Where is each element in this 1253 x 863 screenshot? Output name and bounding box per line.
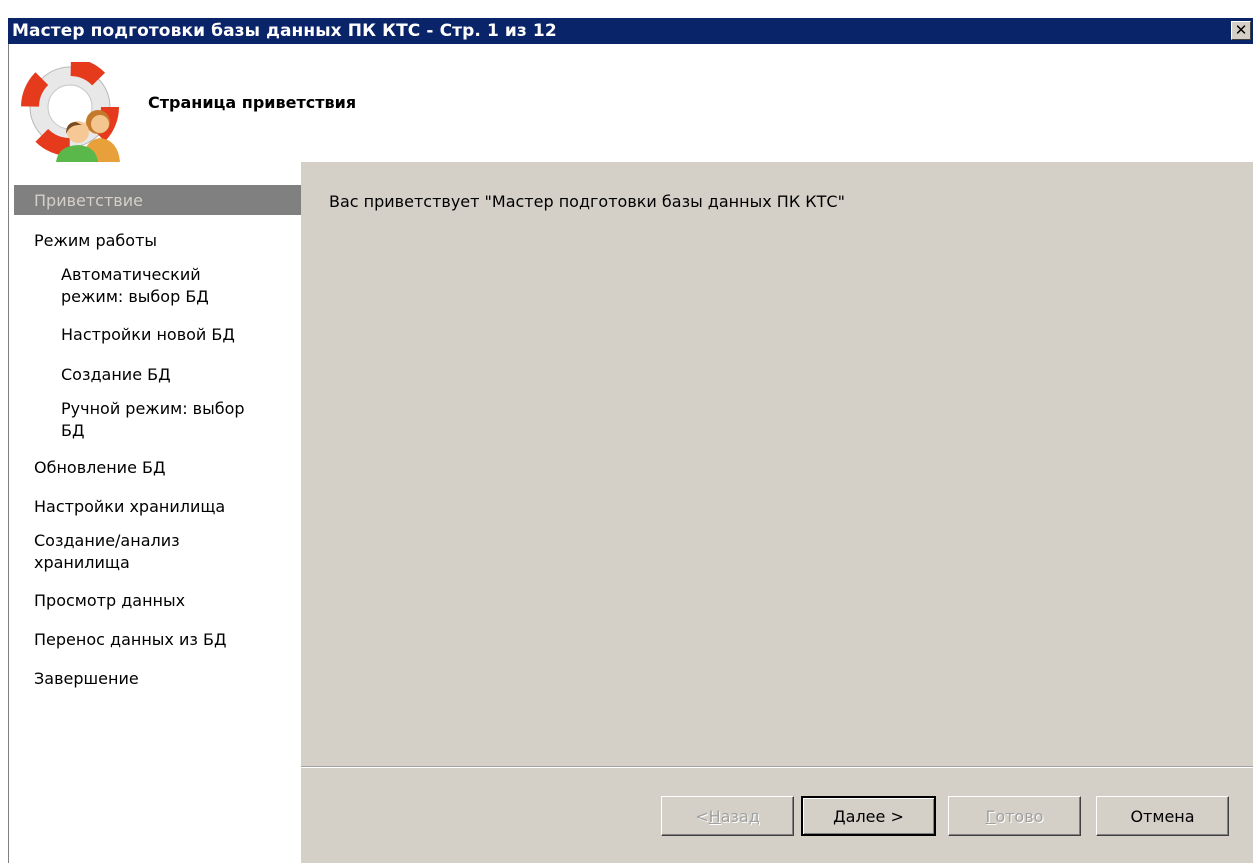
title-bar-fill[interactable]: Мастер подготовки базы данных ПК КТС - С… xyxy=(8,18,1253,44)
cancel-button-label: Отмена xyxy=(1130,806,1195,826)
title-bar: Мастер подготовки базы данных ПК КТС - С… xyxy=(0,0,1253,44)
sidebar-item-label: Режим работы xyxy=(34,231,158,250)
sidebar-item-new-db-settings[interactable]: Настройки новой БД xyxy=(61,324,235,346)
next-button-mnemonic: Д xyxy=(833,806,846,826)
finish-button[interactable]: Готово xyxy=(948,796,1081,836)
next-button-post: алее > xyxy=(845,806,904,826)
sidebar-item-mode[interactable]: Режим работы xyxy=(34,230,157,252)
lifebuoy-users-icon xyxy=(21,62,120,162)
close-icon: ✕ xyxy=(1234,21,1248,39)
back-button[interactable]: < Назад xyxy=(661,796,794,836)
sidebar-item-storage-create-analyze[interactable]: Создание/анализ хранилища xyxy=(34,530,214,574)
content-panel xyxy=(301,162,1253,863)
sidebar-item-auto-select-db[interactable]: Автоматический режим: выбор БД xyxy=(61,264,261,308)
sidebar-item-manual-select-db[interactable]: Ручной режим: выбор БД xyxy=(61,398,271,442)
sidebar-item-label: Создание БД xyxy=(61,365,171,384)
close-button[interactable]: ✕ xyxy=(1231,21,1251,40)
sidebar-item-label: Создание/анализ хранилища xyxy=(34,531,180,572)
sidebar-item-label: Обновление БД xyxy=(34,458,166,477)
sidebar-item-label: Завершение xyxy=(34,669,139,688)
sidebar-item-label: Перенос данных из БД xyxy=(34,630,227,649)
sidebar-item-label: Просмотр данных xyxy=(34,591,186,610)
sidebar-item-label: Приветствие xyxy=(34,191,143,210)
back-button-mnemonic: Н xyxy=(708,806,721,826)
next-button[interactable]: Далее > xyxy=(801,796,936,836)
back-button-post: азад xyxy=(720,806,760,826)
cancel-button[interactable]: Отмена xyxy=(1096,796,1229,836)
sidebar-item-label: Настройки хранилища xyxy=(34,497,226,516)
sidebar-item-view-data[interactable]: Просмотр данных xyxy=(34,590,185,612)
sidebar-item-update-db[interactable]: Обновление БД xyxy=(34,457,165,479)
sidebar-item-label: Настройки новой БД xyxy=(61,325,235,344)
finish-button-post: отово xyxy=(995,806,1044,826)
sidebar-item-welcome[interactable]: Приветствие xyxy=(14,185,301,215)
window-title: Мастер подготовки базы данных ПК КТС - С… xyxy=(12,21,557,41)
sidebar-item-label: Автоматический режим: выбор БД xyxy=(61,265,209,306)
welcome-text: Вас приветствует "Мастер подготовки базы… xyxy=(329,192,845,211)
sidebar-item-finish[interactable]: Завершение xyxy=(34,668,139,690)
sidebar-item-transfer-data[interactable]: Перенос данных из БД xyxy=(34,629,226,651)
sidebar-item-label: Ручной режим: выбор БД xyxy=(61,399,245,440)
sidebar-item-storage-settings[interactable]: Настройки хранилища xyxy=(34,496,225,518)
button-separator-highlight xyxy=(301,767,1253,768)
finish-button-mnemonic: Г xyxy=(985,806,996,826)
sidebar-item-create-db[interactable]: Создание БД xyxy=(61,364,171,386)
back-button-pre: < xyxy=(695,806,709,826)
page-title: Страница приветствия xyxy=(148,93,357,112)
